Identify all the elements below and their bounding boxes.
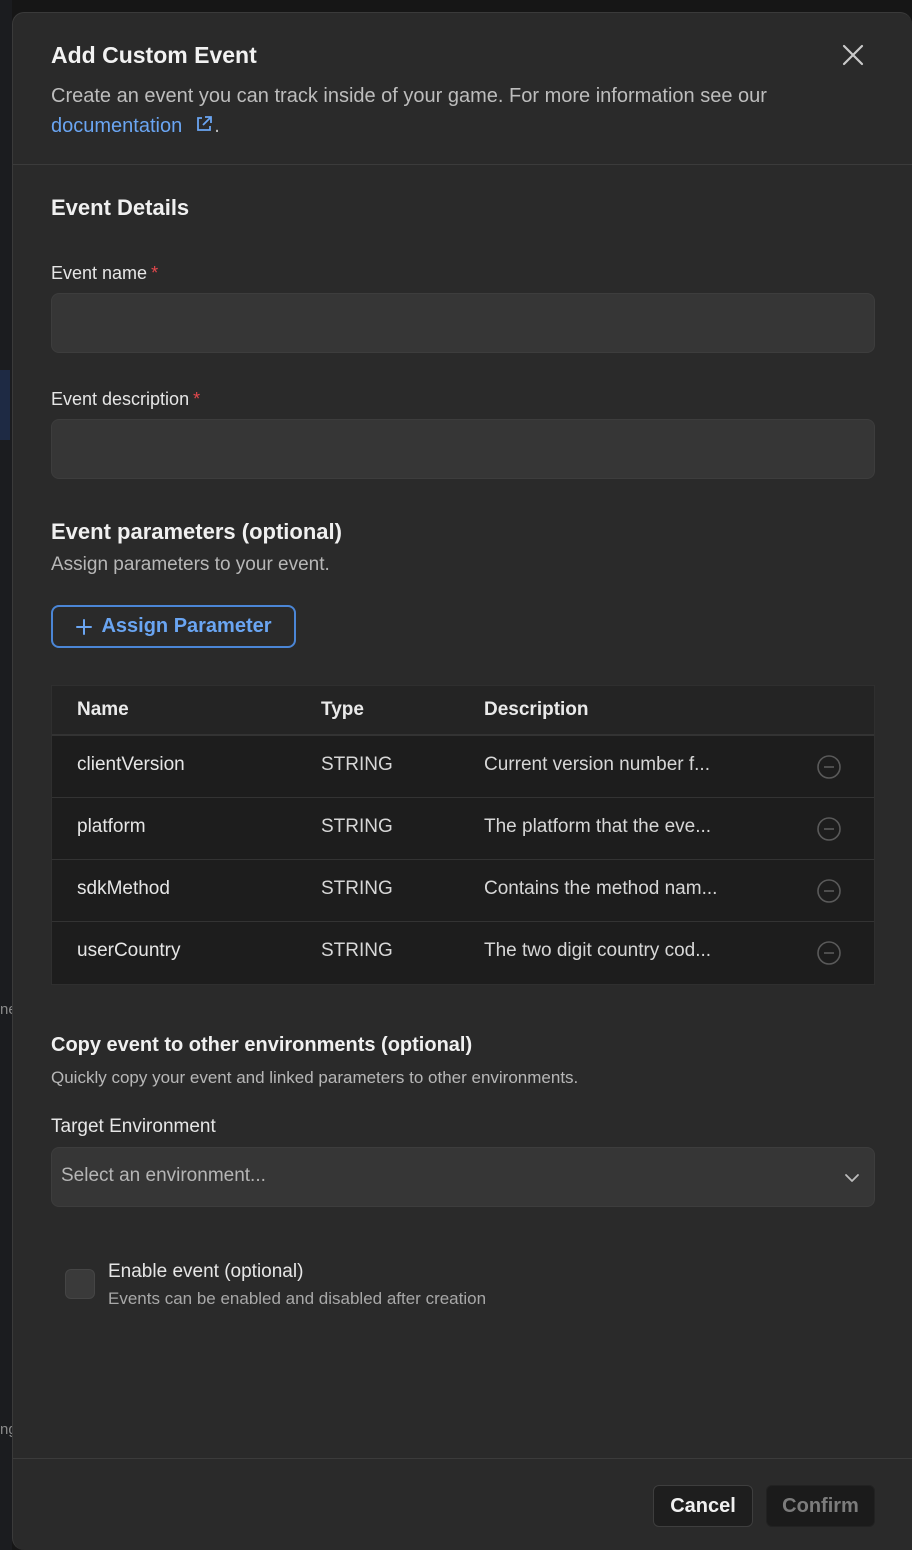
table-row: clientVersion STRING Current version num… — [52, 736, 874, 798]
enable-event-label: Enable event (optional) — [108, 1261, 304, 1282]
column-header-type: Type — [321, 699, 364, 720]
param-description: Contains the method nam... — [484, 878, 718, 899]
enable-event-helper: Events can be enabled and disabled after… — [108, 1289, 487, 1308]
event-name-label: Event name * — [51, 263, 158, 284]
param-type: STRING — [321, 754, 393, 775]
param-name: clientVersion — [77, 754, 185, 775]
subtitle-text: Create an event you can track inside of … — [51, 85, 767, 107]
table-row: platform STRING The platform that the ev… — [52, 798, 874, 860]
parameters-table: Name Type Description clientVersion STRI… — [51, 685, 875, 985]
confirm-button[interactable]: Confirm — [766, 1485, 875, 1527]
enable-event-checkbox[interactable] — [65, 1269, 95, 1299]
modal-footer: Cancel Confirm — [13, 1458, 912, 1550]
plus-icon — [76, 618, 93, 635]
minus-circle-icon[interactable] — [816, 816, 842, 842]
event-details-title: Event Details — [51, 195, 190, 220]
copy-environments-helper: Quickly copy your event and linked param… — [51, 1068, 579, 1087]
param-description: The platform that the eve... — [484, 816, 712, 837]
copy-environments-title: Copy event to other environments (option… — [51, 1034, 473, 1056]
cancel-button[interactable]: Cancel — [653, 1485, 753, 1527]
modal-title: Add Custom Event — [51, 42, 257, 68]
documentation-link[interactable]: documentation — [51, 115, 214, 137]
column-header-description: Description — [484, 699, 589, 720]
param-type: STRING — [321, 878, 393, 899]
minus-circle-icon[interactable] — [816, 754, 842, 780]
target-environment-select[interactable]: Select an environment... — [51, 1147, 875, 1207]
minus-circle-icon[interactable] — [816, 878, 842, 904]
modal-subtitle: Create an event you can track inside of … — [51, 81, 851, 141]
documentation-link-label: documentation — [51, 115, 183, 137]
column-header-name: Name — [77, 699, 129, 720]
minus-circle-icon[interactable] — [816, 940, 842, 966]
event-name-input[interactable] — [51, 293, 875, 353]
param-description: Current version number f... — [484, 754, 710, 775]
background-active-item — [0, 370, 10, 440]
chevron-down-icon — [845, 1174, 859, 1182]
table-header: Name Type Description — [52, 686, 874, 736]
required-marker: * — [151, 263, 159, 283]
event-name-label-text: Event name — [51, 263, 148, 283]
event-description-label-text: Event description — [51, 389, 190, 409]
table-row: sdkMethod STRING Contains the method nam… — [52, 860, 874, 922]
event-description-label: Event description * — [51, 389, 200, 410]
param-description: The two digit country cod... — [484, 940, 712, 961]
background-sidebar-edge — [0, 0, 12, 1550]
event-parameters-helper: Assign parameters to your event. — [51, 554, 330, 575]
param-name: sdkMethod — [77, 878, 170, 899]
modal-header: Add Custom Event Create an event you can… — [13, 13, 912, 165]
param-type: STRING — [321, 816, 393, 837]
assign-parameter-button[interactable]: Assign Parameter — [51, 605, 296, 648]
param-name: userCountry — [77, 940, 181, 961]
external-link-icon — [197, 116, 213, 131]
param-name: platform — [77, 816, 146, 837]
param-type: STRING — [321, 940, 393, 961]
subtitle-end: . — [214, 115, 220, 137]
assign-parameter-label: Assign Parameter — [101, 615, 272, 637]
event-parameters-title: Event parameters (optional) — [51, 519, 342, 544]
table-row: userCountry STRING The two digit country… — [52, 922, 874, 984]
target-environment-label: Target Environment — [51, 1116, 216, 1137]
select-placeholder: Select an environment... — [61, 1165, 266, 1186]
required-marker: * — [193, 389, 201, 409]
event-description-input[interactable] — [51, 419, 875, 479]
add-custom-event-modal: Add Custom Event Create an event you can… — [12, 12, 912, 1550]
close-icon[interactable] — [839, 41, 867, 69]
